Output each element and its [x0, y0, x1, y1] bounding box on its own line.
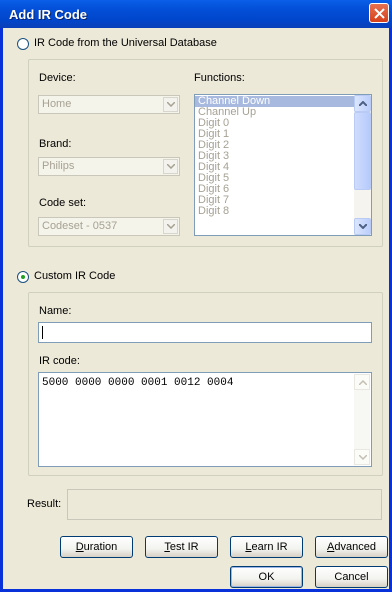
scroll-up-button[interactable] — [354, 374, 370, 390]
device-select-value: Home — [42, 98, 72, 110]
add-ir-code-dialog: Add IR Code IR Code from the Universal D… — [0, 0, 392, 592]
result-label: Result: — [27, 498, 62, 510]
chevron-down-icon — [167, 102, 175, 107]
cancel-button[interactable]: Cancel — [315, 566, 388, 588]
title-bar[interactable]: Add IR Code — [0, 0, 392, 28]
button-label: est IR — [169, 541, 199, 553]
scroll-thumb[interactable] — [354, 112, 371, 190]
chevron-down-icon — [167, 164, 175, 169]
custom-ir-code-radio[interactable] — [17, 271, 29, 283]
duration-button[interactable]: Duration — [60, 536, 133, 558]
codeset-label: Code set: — [39, 197, 87, 209]
ir-code-scrollbar[interactable] — [354, 374, 370, 465]
text-caret — [42, 326, 43, 339]
codeset-dropdown-button[interactable] — [163, 219, 178, 234]
ir-code-value: 5000 0000 0000 0001 0012 0004 — [42, 377, 234, 389]
universal-database-radio[interactable] — [17, 38, 29, 50]
device-select[interactable]: Home — [38, 95, 180, 114]
chevron-down-icon — [167, 224, 175, 229]
result-field — [67, 489, 382, 520]
ir-code-label: IR code: — [39, 355, 80, 367]
arrow-down-icon — [359, 224, 367, 229]
custom-ir-code-label: Custom IR Code — [34, 270, 116, 282]
arrow-up-icon — [359, 380, 367, 385]
ir-code-textarea[interactable]: 5000 0000 0000 0001 0012 0004 — [38, 372, 372, 467]
device-dropdown-button[interactable] — [163, 97, 178, 112]
ok-button[interactable]: OK — [230, 566, 303, 588]
arrow-down-icon — [359, 455, 367, 460]
close-button[interactable] — [369, 3, 389, 23]
test-ir-button[interactable]: Test IR — [145, 536, 218, 558]
window-title: Add IR Code — [9, 7, 87, 22]
brand-select-value: Philips — [42, 160, 75, 172]
universal-database-label: IR Code from the Universal Database — [34, 37, 217, 49]
scroll-down-button[interactable] — [354, 218, 371, 235]
functions-label: Functions: — [194, 72, 245, 84]
brand-dropdown-button[interactable] — [163, 159, 178, 174]
codeset-select[interactable]: Codeset - 0537 — [38, 217, 180, 236]
functions-scrollbar[interactable] — [354, 95, 371, 235]
name-label: Name: — [39, 305, 72, 317]
list-item[interactable]: Digit 8 — [195, 206, 354, 217]
codeset-select-value: Codeset - 0537 — [42, 220, 118, 232]
scroll-up-button[interactable] — [354, 95, 371, 112]
brand-label: Brand: — [39, 138, 72, 150]
scroll-down-button[interactable] — [354, 449, 370, 465]
button-label: dvanced — [334, 541, 376, 553]
accelerator-key: D — [75, 541, 84, 553]
learn-ir-button[interactable]: Learn IR — [230, 536, 303, 558]
button-label: earn IR — [251, 541, 288, 553]
name-field[interactable] — [38, 322, 372, 343]
functions-listbox[interactable]: Channel Down Channel Up Digit 0 Digit 1 … — [194, 94, 372, 236]
device-label: Device: — [39, 72, 76, 84]
button-label: uration — [83, 541, 118, 553]
arrow-up-icon — [359, 101, 367, 106]
brand-select[interactable]: Philips — [38, 157, 180, 176]
advanced-button[interactable]: Advanced — [315, 536, 388, 558]
close-icon — [374, 8, 385, 19]
